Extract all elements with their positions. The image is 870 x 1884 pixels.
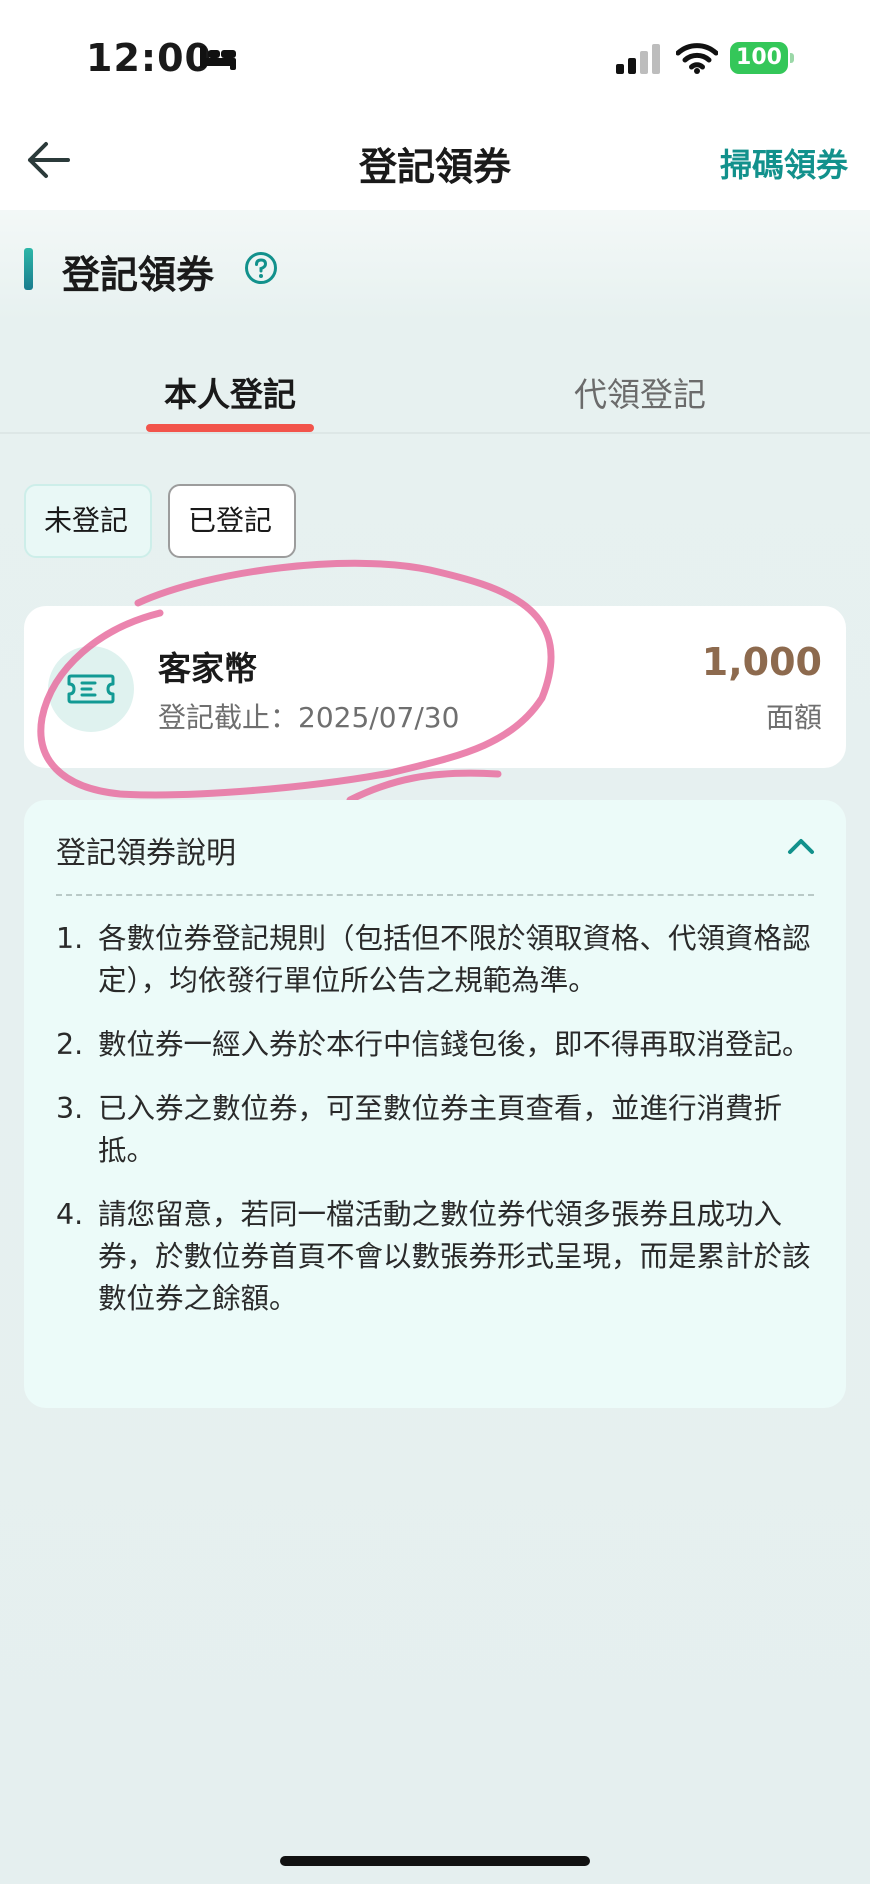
list-item-text: 請您留意，若同一檔活動之數位券代領多張券且成功入券，於數位券首頁不會以數張券形式… <box>98 1198 811 1315</box>
bed-icon <box>200 46 236 70</box>
filter-unregistered-chip[interactable]: 未登記 <box>24 484 152 558</box>
status-bar: 12:00 100 <box>0 0 870 110</box>
list-item-number: 4. <box>56 1198 84 1231</box>
list-item: 4. 請您留意，若同一檔活動之數位券代領多張券且成功入券，於數位券首頁不會以數張… <box>56 1194 816 1320</box>
battery-level: 100 <box>736 45 782 70</box>
tab-proxy-register[interactable]: 代領登記 <box>520 368 760 416</box>
list-item-text: 數位券一經入券於本行中信錢包後，即不得再取消登記。 <box>98 1028 811 1061</box>
filter-registered-chip[interactable]: 已登記 <box>168 484 296 558</box>
coupon-amount: 1,000 <box>701 640 822 684</box>
battery-indicator: 100 <box>730 42 794 74</box>
description-list: 1. 各數位券登記規則（包括但不限於領取資格、代領資格認定），均依發行單位所公告… <box>56 918 816 1342</box>
signal-icon <box>616 44 660 74</box>
annotation-circle <box>37 559 555 804</box>
description-divider <box>56 894 814 896</box>
list-item-number: 3. <box>56 1092 84 1125</box>
list-item-text: 已入券之數位券，可至數位券主頁查看，並進行消費折抵。 <box>98 1092 783 1167</box>
help-icon[interactable] <box>244 251 278 285</box>
list-item: 2. 數位券一經入券於本行中信錢包後，即不得再取消登記。 <box>56 1024 816 1066</box>
section-accent-bar <box>24 248 33 290</box>
status-time: 12:00 <box>86 36 212 80</box>
tab-self-register[interactable]: 本人登記 <box>110 368 350 416</box>
coupon-amount-label: 面額 <box>765 701 822 734</box>
scan-coupon-button[interactable]: 掃碼領券 <box>720 140 848 186</box>
list-item-text: 各數位券登記規則（包括但不限於領取資格、代領資格認定），均依發行單位所公告之規範… <box>98 922 811 997</box>
wifi-icon <box>676 43 718 74</box>
description-panel: 登記領券說明 1. 各數位券登記規則（包括但不限於領取資格、代領資格認定），均依… <box>24 800 846 1408</box>
nav-bar: 登記領券 掃碼領券 <box>0 110 870 210</box>
description-title: 登記領券說明 <box>56 836 236 871</box>
tab-bar: 本人登記 代領登記 <box>0 360 870 434</box>
list-item: 3. 已入券之數位券，可至數位券主頁查看，並進行消費折抵。 <box>56 1088 816 1172</box>
home-indicator[interactable] <box>280 1856 590 1866</box>
section-title: 登記領券 <box>62 253 215 297</box>
list-item-number: 2. <box>56 1028 84 1061</box>
tab-active-indicator <box>146 424 314 432</box>
list-item-number: 1. <box>56 922 84 955</box>
chevron-up-icon[interactable] <box>786 836 816 856</box>
list-item: 1. 各數位券登記規則（包括但不限於領取資格、代領資格認定），均依發行單位所公告… <box>56 918 816 1002</box>
